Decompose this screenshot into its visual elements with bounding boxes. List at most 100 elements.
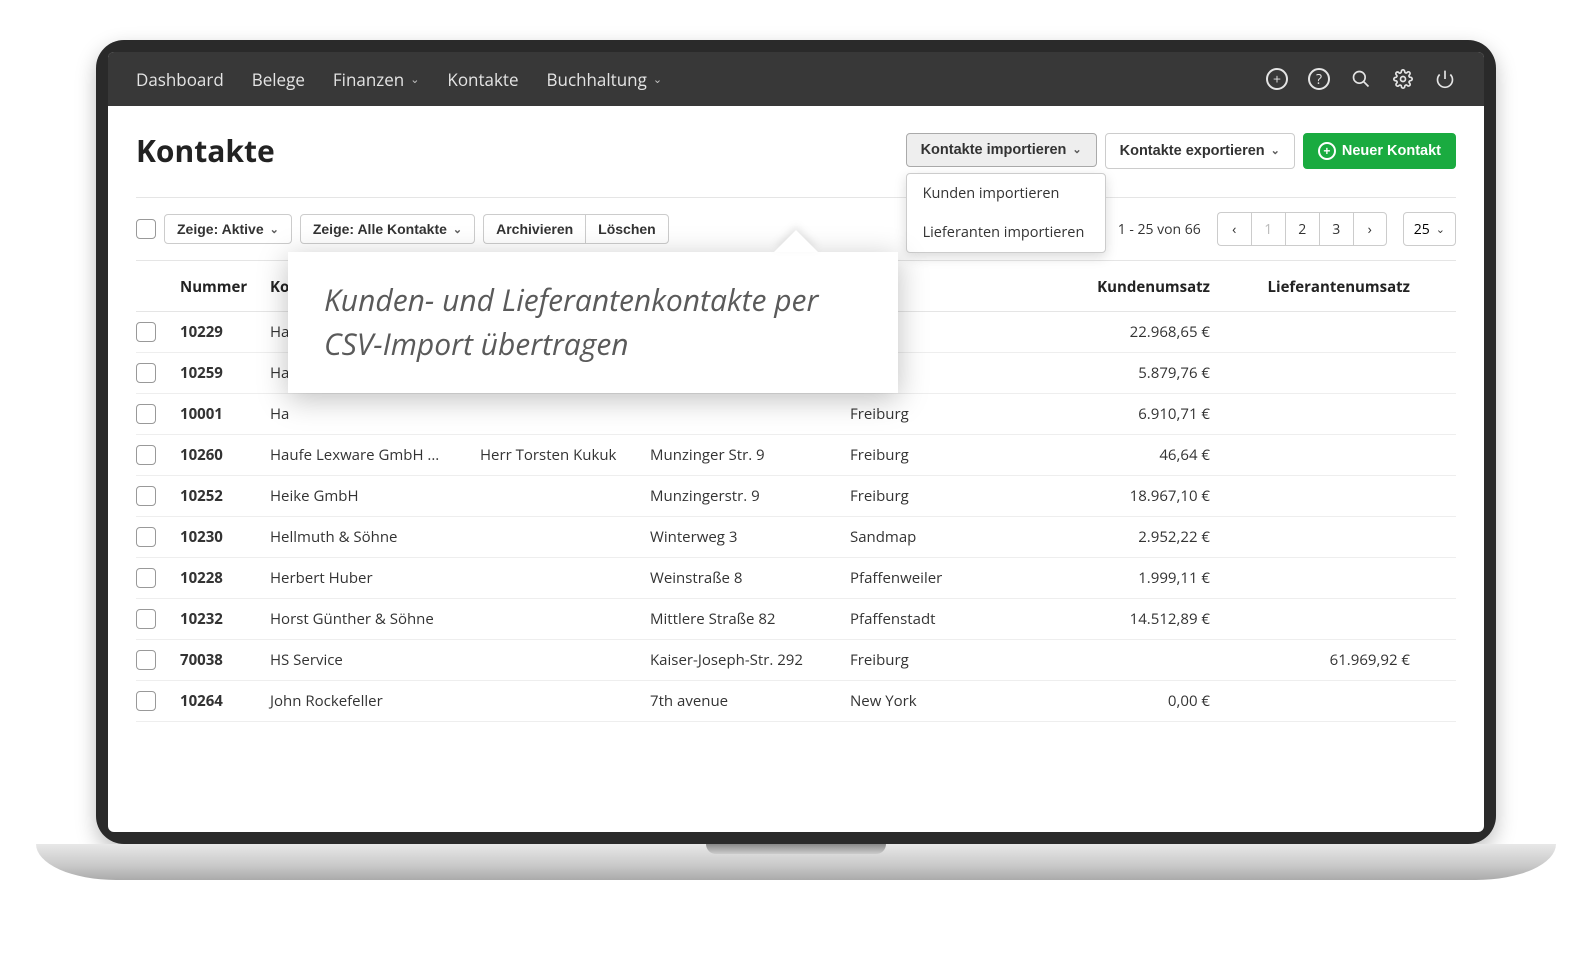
pager-page-3[interactable]: 3 [1319, 212, 1353, 246]
cell-contact: Ha [270, 404, 480, 424]
cell-city: Pfaffenstadt [850, 609, 1010, 629]
cell-supplier-revenue: 61.969,92 € [1210, 650, 1410, 670]
cell-revenue: 1.999,11 € [1010, 568, 1210, 588]
table-row[interactable]: 10228Herbert Huber Weinstraße 8Pfaffenwei… [136, 558, 1456, 599]
cell-revenue: 0,00 € [1010, 691, 1210, 711]
cell-number: 70038 [180, 650, 270, 670]
cell-street: Kaiser-Joseph-Str. 292 [650, 650, 850, 670]
cell-city: Sandmap [850, 527, 1010, 547]
cell-city: Freiburg [850, 404, 1010, 424]
cell-number: 10001 [180, 404, 270, 424]
chevron-down-icon: ⌄ [653, 72, 662, 87]
nav-belege[interactable]: Belege [252, 68, 305, 91]
search-icon[interactable] [1350, 68, 1372, 90]
row-checkbox[interactable] [136, 650, 156, 670]
col-number[interactable]: Nummer [180, 277, 270, 297]
pager-prev[interactable]: ‹ [1217, 212, 1251, 246]
filter-all-label: Zeige: Alle Kontakte [313, 221, 447, 237]
cell-city: Freiburg [850, 486, 1010, 506]
cell-revenue: 18.967,10 € [1010, 486, 1210, 506]
table-row[interactable]: 10252Heike GmbHMunzingerstr. 9Freiburg18… [136, 476, 1456, 517]
row-checkbox[interactable] [136, 363, 156, 383]
nav-dashboard[interactable]: Dashboard [136, 68, 224, 91]
chevron-down-icon: ⌄ [453, 223, 462, 236]
select-all-checkbox[interactable] [136, 219, 156, 239]
pager-page-1[interactable]: 1 [1251, 212, 1285, 246]
table-row[interactable]: 10001Ha Freiburg6.910,71 € [136, 394, 1456, 435]
delete-button[interactable]: Löschen [585, 214, 669, 244]
cell-number: 10229 [180, 322, 270, 342]
cell-number: 10228 [180, 568, 270, 588]
export-contacts-button[interactable]: Kontakte exportieren ⌄ [1105, 133, 1295, 169]
nav-buchhaltung[interactable]: Buchhaltung⌄ [547, 68, 663, 91]
new-contact-button[interactable]: + Neuer Kontakt [1303, 133, 1456, 169]
import-customers-item[interactable]: Kunden importieren [907, 174, 1105, 213]
power-icon[interactable] [1434, 68, 1456, 90]
cell-revenue: 46,64 € [1010, 445, 1210, 465]
paging-info: 1 - 25 von 66 [1118, 220, 1201, 239]
cell-city: New York [850, 691, 1010, 711]
cell-number: 10259 [180, 363, 270, 383]
pager-next[interactable]: › [1353, 212, 1387, 246]
row-checkbox[interactable] [136, 691, 156, 711]
page-size-select[interactable]: 25 ⌄ [1403, 212, 1456, 246]
cell-street: Winterweg 3 [650, 527, 850, 547]
chevron-down-icon: ⌄ [1072, 143, 1081, 156]
filter-all-button[interactable]: Zeige: Alle Kontakte ⌄ [300, 214, 475, 244]
row-checkbox[interactable] [136, 527, 156, 547]
cell-revenue: 5.879,76 € [1010, 363, 1210, 383]
cell-revenue: 6.910,71 € [1010, 404, 1210, 424]
pager-page-2[interactable]: 2 [1285, 212, 1319, 246]
table-row[interactable]: 10260Haufe Lexware GmbH ...Herr Torsten … [136, 435, 1456, 476]
filter-active-button[interactable]: Zeige: Aktive ⌄ [164, 214, 292, 244]
gear-icon[interactable] [1392, 68, 1414, 90]
filter-active-label: Zeige: Aktive [177, 221, 264, 237]
col-supplier-revenue[interactable]: Lieferantenumsatz [1210, 277, 1410, 297]
add-icon[interactable]: + [1266, 68, 1288, 90]
import-button-label: Kontakte importieren [921, 142, 1067, 158]
cell-number: 10232 [180, 609, 270, 629]
row-checkbox[interactable] [136, 322, 156, 342]
top-nav: Dashboard Belege Finanzen⌄ Kontakte Buchhalt… [108, 52, 1484, 106]
row-checkbox[interactable] [136, 445, 156, 465]
cell-contact: Hellmuth & Söhne [270, 527, 480, 547]
cell-street: Mittlere Straße 82 [650, 609, 850, 629]
plus-circle-icon: + [1318, 142, 1336, 160]
row-checkbox[interactable] [136, 609, 156, 629]
import-dropdown: Kunden importieren Lieferanten importier… [906, 173, 1106, 253]
help-icon[interactable]: ? [1308, 68, 1330, 90]
cell-city: Freiburg [850, 650, 1010, 670]
import-suppliers-item[interactable]: Lieferanten importieren [907, 213, 1105, 252]
table-row[interactable]: 10264John Rockefeller7th avenueNew York0… [136, 681, 1456, 722]
row-checkbox[interactable] [136, 404, 156, 424]
table-row[interactable]: 70038HS Service Kaiser-Joseph-Str. 292Fre… [136, 640, 1456, 681]
cell-revenue: 22.968,65 € [1010, 322, 1210, 342]
cell-contact: Herbert Huber [270, 568, 480, 588]
cell-number: 10230 [180, 527, 270, 547]
nav-finanzen[interactable]: Finanzen⌄ [333, 68, 420, 91]
cell-number: 10264 [180, 691, 270, 711]
cell-contact: Haufe Lexware GmbH ... [270, 445, 480, 465]
nav-kontakte[interactable]: Kontakte [447, 68, 518, 91]
cell-revenue: 2.952,22 € [1010, 527, 1210, 547]
page-size-value: 25 [1414, 220, 1430, 239]
cell-number: 10252 [180, 486, 270, 506]
table-row[interactable]: 10232Horst Günther & Söhne Mittlere Straß… [136, 599, 1456, 640]
cell-contact: HS Service [270, 650, 480, 670]
cell-street: Munzinger Str. 9 [650, 445, 850, 465]
cell-city: Pfaffenweiler [850, 568, 1010, 588]
pager: ‹ 1 2 3 › [1217, 212, 1387, 246]
cell-street: Weinstraße 8 [650, 568, 850, 588]
table-row[interactable]: 10230Hellmuth & Söhne Winterweg 3Sandmap2… [136, 517, 1456, 558]
row-checkbox[interactable] [136, 486, 156, 506]
chevron-down-icon: ⌄ [410, 72, 419, 87]
row-checkbox[interactable] [136, 568, 156, 588]
page-title: Kontakte [136, 130, 275, 171]
cell-revenue: 14.512,89 € [1010, 609, 1210, 629]
new-contact-label: Neuer Kontakt [1342, 143, 1441, 159]
col-revenue[interactable]: Kundenumsatz [1010, 277, 1210, 297]
cell-contact: Horst Günther & Söhne [270, 609, 480, 629]
archive-button[interactable]: Archivieren [483, 214, 585, 244]
import-contacts-button[interactable]: Kontakte importieren ⌄ [906, 133, 1097, 167]
cell-contact: Heike GmbH [270, 486, 480, 506]
